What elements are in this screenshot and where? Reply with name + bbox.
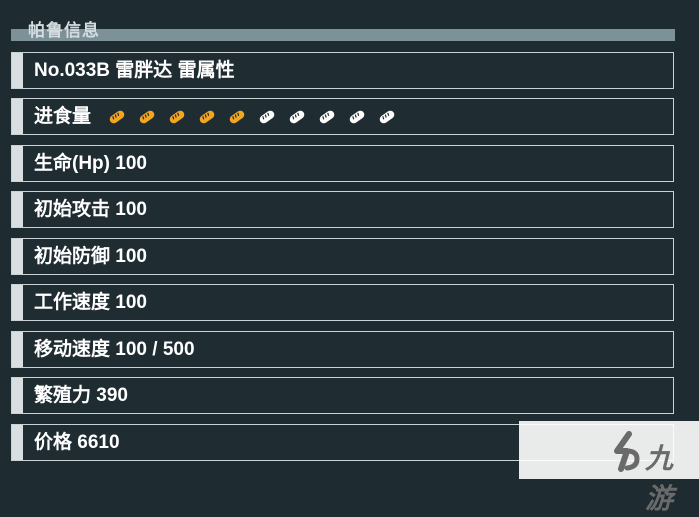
breeding-row: 繁殖力 390: [11, 377, 674, 414]
row-accent: [12, 192, 23, 227]
pal-id-row: No.033B 雷胖达 雷属性: [11, 52, 674, 89]
bread-icon-filled: [229, 110, 245, 124]
bread-icon-empty: [289, 110, 305, 124]
panel-header: 帕鲁信息: [11, 12, 675, 42]
attack-row: 初始攻击 100: [11, 191, 674, 228]
row-accent: [12, 146, 23, 181]
bread-icon-empty: [319, 110, 335, 124]
panel-title: 帕鲁信息: [28, 21, 100, 40]
watermark: 九游: [519, 421, 699, 515]
bread-icon-filled: [169, 110, 185, 124]
bread-icon-filled: [139, 110, 155, 124]
attack-text: 初始攻击 100: [34, 199, 147, 220]
bread-icon-empty: [259, 110, 275, 124]
hp-row: 生命(Hp) 100: [11, 145, 674, 182]
move-speed-text: 移动速度 100 / 500: [34, 339, 195, 360]
work-speed-row: 工作速度 100: [11, 284, 674, 321]
row-accent: [12, 332, 23, 367]
hp-text: 生命(Hp) 100: [34, 153, 147, 174]
bread-icon-filled: [199, 110, 215, 124]
row-accent: [12, 53, 23, 88]
row-accent: [12, 378, 23, 413]
pal-info-panel: 帕鲁信息 No.033B 雷胖达 雷属性 进食量 生命(Hp) 100 初始攻击…: [0, 0, 699, 515]
bread-icon-filled: [109, 110, 125, 124]
defense-text: 初始防御 100: [34, 246, 147, 267]
breeding-text: 繁殖力 390: [34, 385, 128, 406]
price-text: 价格 6610: [34, 432, 120, 453]
bread-icon-empty: [379, 110, 395, 124]
row-accent: [12, 425, 23, 460]
food-amount-label: 进食量: [34, 106, 92, 127]
jiuyou-logo-icon: [614, 431, 640, 472]
bread-icon-empty: [349, 110, 365, 124]
row-accent: [12, 99, 23, 134]
food-amount-meter: [108, 108, 396, 126]
defense-row: 初始防御 100: [11, 238, 674, 275]
food-amount-row: 进食量: [11, 98, 674, 135]
pal-id-text: No.033B 雷胖达 雷属性: [34, 60, 235, 81]
header-bar: [11, 29, 675, 41]
watermark-text: 九游: [645, 442, 674, 515]
row-accent: [12, 285, 23, 320]
move-speed-row: 移动速度 100 / 500: [11, 331, 674, 368]
row-accent: [12, 239, 23, 274]
work-speed-text: 工作速度 100: [34, 292, 147, 313]
